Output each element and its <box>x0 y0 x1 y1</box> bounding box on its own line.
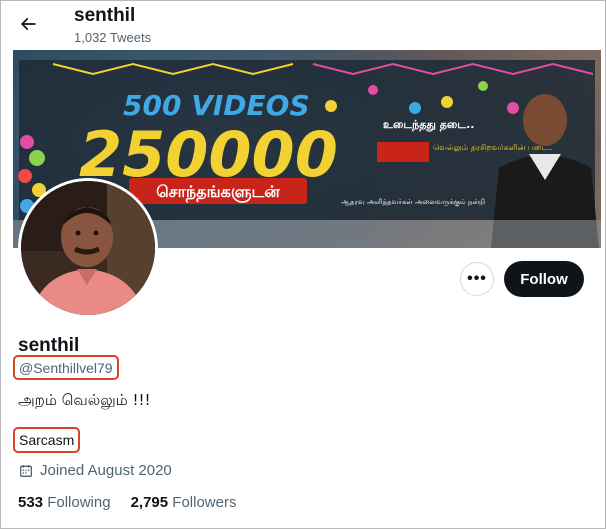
joined-text: Joined August 2020 <box>40 462 172 479</box>
tweet-count: 1,032 Tweets <box>74 30 152 45</box>
followers-label: Followers <box>172 494 237 511</box>
followers-link[interactable]: 2,795 Followers <box>131 494 237 511</box>
more-icon: ••• <box>467 270 487 287</box>
banner-tamil-line: சொந்தங்களுடன் <box>156 182 280 202</box>
follow-stats: 533 Following 2,795 Followers <box>18 494 236 511</box>
followers-count: 2,795 <box>130 494 169 511</box>
arrow-left-icon <box>20 17 36 31</box>
following-label: Following <box>47 494 111 511</box>
more-options-button[interactable]: ••• <box>460 262 494 296</box>
avatar-image <box>21 181 155 315</box>
profile-name: senthil <box>18 335 80 356</box>
header-title: senthil <box>74 5 136 26</box>
follow-button[interactable]: Follow <box>504 261 584 297</box>
calendar-icon <box>20 464 32 477</box>
following-link[interactable]: 533 Following <box>18 494 111 511</box>
profile-location: Sarcasm <box>13 427 81 453</box>
location-text: Sarcasm <box>19 432 75 448</box>
banner-right-text-2: வெல்லும் தரசிறவர்களின் படை.. <box>433 143 553 153</box>
handle-text: @Senthillvel79 <box>19 359 113 376</box>
joined-date: Joined August 2020 <box>18 462 172 479</box>
profile-bio: அறம் வெல்லும் !!! <box>18 391 151 409</box>
following-count: 533 <box>18 494 44 511</box>
back-button[interactable] <box>13 9 43 39</box>
profile-header: senthil 1,032 Tweets <box>0 0 606 50</box>
profile-handle: @Senthillvel79 <box>13 355 119 380</box>
avatar[interactable] <box>18 178 158 318</box>
banner-right-text-1: உடைந்தது தடை.. <box>383 118 474 132</box>
